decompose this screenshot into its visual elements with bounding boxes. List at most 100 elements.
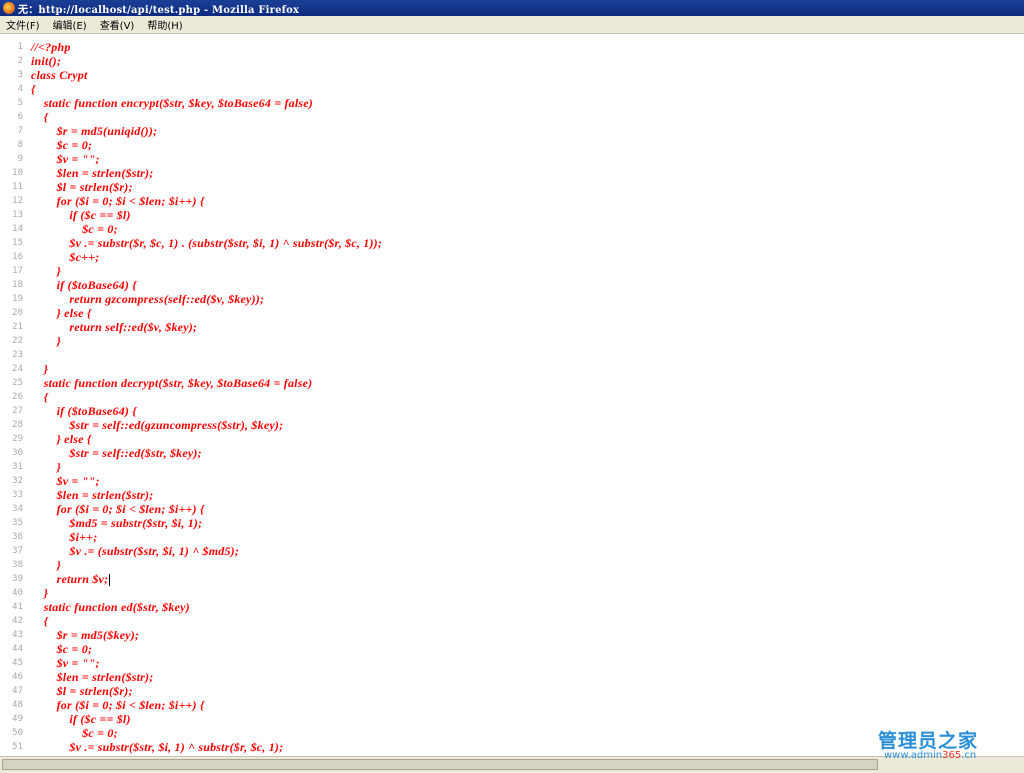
code-text: $v = "";	[31, 151, 100, 166]
code-line: 51 $v .= substr($str, $i, 1) ^ substr($r…	[0, 740, 1024, 754]
menu-help[interactable]: 帮助(H)	[147, 17, 182, 32]
watermark-url-suffix: .cn	[961, 750, 977, 761]
code-text: return self::ed($v, $key);	[31, 319, 198, 334]
code-line: 33 $len = strlen($str);	[0, 488, 1024, 502]
code-line: 18 if ($toBase64) {	[0, 278, 1024, 292]
code-line: 45 $v = "";	[0, 656, 1024, 670]
code-text: if ($toBase64) {	[31, 277, 137, 292]
code-text: static function decrypt($str, $key, $toB…	[31, 375, 313, 390]
code-text: $v .= substr($r, $c, 1) . (substr($str, …	[31, 235, 383, 250]
line-number: 17	[12, 266, 23, 276]
line-number: 2	[17, 56, 23, 66]
code-text: }	[31, 585, 49, 600]
code-text: static function encrypt($str, $key, $toB…	[31, 95, 313, 110]
code-text: $str = self::ed(gzuncompress($str), $key…	[31, 417, 284, 432]
line-number: 9	[17, 154, 23, 164]
line-number: 30	[12, 448, 23, 458]
code-line: 40 }	[0, 586, 1024, 600]
line-number: 26	[12, 392, 23, 402]
code-text: } else {	[31, 305, 92, 320]
line-number: 28	[12, 420, 23, 430]
line-number: 4	[17, 84, 23, 94]
code-line: 23	[0, 348, 1024, 362]
line-number: 42	[12, 616, 23, 626]
code-text: $len = strlen($str);	[31, 487, 154, 502]
code-text: $c = 0;	[31, 725, 118, 740]
line-number: 38	[12, 560, 23, 570]
code-line: 16 $c++;	[0, 250, 1024, 264]
code-text: $l = strlen($r);	[31, 179, 133, 194]
code-text: $v .= (substr($str, $i, 1) ^ $md5);	[31, 543, 240, 558]
code-text: $v = "";	[31, 655, 100, 670]
line-number: 25	[12, 378, 23, 388]
line-number: 12	[12, 196, 23, 206]
code-text: if ($toBase64) {	[31, 403, 137, 418]
code-line: 36 $i++;	[0, 530, 1024, 544]
code-text: $r = md5($key);	[31, 627, 140, 642]
line-number: 48	[12, 700, 23, 710]
code-text: $v = "";	[31, 473, 100, 488]
code-line: 31 }	[0, 460, 1024, 474]
code-line: 44 $c = 0;	[0, 642, 1024, 656]
line-number: 6	[17, 112, 23, 122]
code-text: {	[31, 81, 36, 96]
line-number: 21	[12, 322, 23, 332]
code-text: {	[31, 109, 49, 124]
code-line: 28 $str = self::ed(gzuncompress($str), $…	[0, 418, 1024, 432]
code-line: 30 $str = self::ed($str, $key);	[0, 446, 1024, 460]
firefox-icon	[3, 2, 15, 14]
line-number: 14	[12, 224, 23, 234]
code-text: return $v;	[31, 571, 111, 586]
line-number: 46	[12, 672, 23, 682]
code-text: for ($i = 0; $i < $len; $i++) {	[31, 697, 205, 712]
code-line: 41 static function ed($str, $key)	[0, 600, 1024, 614]
menu-edit[interactable]: 编辑(E)	[53, 17, 87, 32]
code-text: class Crypt	[31, 67, 88, 82]
line-number: 50	[12, 728, 23, 738]
line-number: 3	[17, 70, 23, 80]
code-view[interactable]: 1//<?php 2 init(); 3 class Crypt 4{5 static f…	[0, 34, 1024, 756]
code-line: 8 $c = 0;	[0, 138, 1024, 152]
line-number: 10	[12, 168, 23, 178]
code-text: $c = 0;	[31, 221, 118, 236]
line-number: 27	[12, 406, 23, 416]
code-line: 19 return gzcompress(self::ed($v, $key))…	[0, 292, 1024, 306]
code-text: }	[31, 557, 61, 572]
code-text: }	[31, 361, 49, 376]
line-number: 34	[12, 504, 23, 514]
code-line: 32 $v = "";	[0, 474, 1024, 488]
code-line: 43 $r = md5($key);	[0, 628, 1024, 642]
menu-view[interactable]: 查看(V)	[100, 17, 135, 32]
code-text: $str = self::ed($str, $key);	[31, 445, 202, 460]
line-number: 43	[12, 630, 23, 640]
code-text: $r = md5(uniqid());	[31, 123, 158, 138]
code-text: if ($c == $l)	[31, 711, 131, 726]
code-line: 20 } else {	[0, 306, 1024, 320]
code-line: 13 if ($c == $l)	[0, 208, 1024, 222]
code-line: 24 }	[0, 362, 1024, 376]
window-titlebar[interactable]: 无：http://localhost/api/test.php - Mozill…	[0, 0, 1024, 16]
line-number: 11	[12, 182, 23, 192]
code-line: 21 return self::ed($v, $key);	[0, 320, 1024, 334]
line-number: 15	[12, 238, 23, 248]
watermark-url-prefix: www.admin	[884, 750, 943, 761]
code-text: }	[31, 263, 61, 278]
horizontal-scrollbar[interactable]	[0, 756, 1024, 773]
watermark-url: www.admin365.cn	[884, 750, 976, 761]
line-number: 16	[12, 252, 23, 262]
line-number: 22	[12, 336, 23, 346]
line-number: 32	[12, 476, 23, 486]
code-text: $i++;	[31, 529, 98, 544]
line-number: 47	[12, 686, 23, 696]
line-number: 24	[12, 364, 23, 374]
line-number: 23	[12, 350, 23, 360]
code-line: 14 $c = 0;	[0, 222, 1024, 236]
code-text: } else {	[31, 431, 92, 446]
line-number: 31	[12, 462, 23, 472]
code-text: return gzcompress(self::ed($v, $key));	[31, 291, 265, 306]
code-text: for ($i = 0; $i < $len; $i++) {	[31, 193, 205, 208]
code-line: 26 {	[0, 390, 1024, 404]
menu-file[interactable]: 文件(F)	[6, 17, 40, 32]
code-line: 1 //<?php	[0, 40, 1024, 54]
scrollbar-thumb[interactable]	[2, 759, 878, 770]
